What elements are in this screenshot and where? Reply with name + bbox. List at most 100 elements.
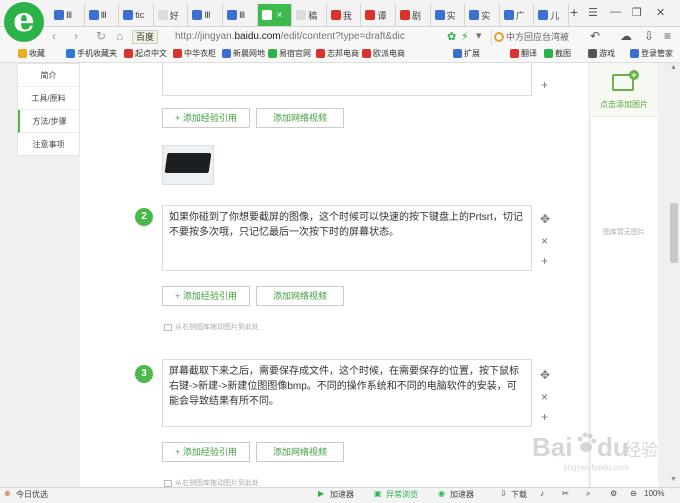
add-video-button[interactable]: 添加网络视频: [256, 442, 344, 462]
menu-icon[interactable]: ☰: [588, 6, 598, 19]
paw-icon: [577, 432, 597, 452]
browser-tab[interactable]: Ⅲ: [188, 4, 223, 26]
bookmark-favicon-icon: [362, 49, 371, 58]
sidebar-item-intro[interactable]: 简介: [18, 64, 79, 87]
tab-favicon-icon: [123, 10, 134, 20]
delete-step-icon[interactable]: ×: [541, 234, 548, 248]
sidebar-item-tools[interactable]: 工具/原料: [18, 87, 79, 110]
cloud-icon[interactable]: ☁: [620, 29, 632, 43]
add-reference-button[interactable]: + 添加经验引用: [162, 442, 250, 462]
browser-tab[interactable]: 广: [500, 4, 535, 26]
scrollbar[interactable]: [668, 63, 680, 487]
maximize-icon[interactable]: ❐: [632, 6, 642, 19]
add-step-icon[interactable]: +: [541, 254, 548, 268]
addon-icon[interactable]: ✿: [447, 30, 456, 43]
tab-label: 实: [481, 10, 491, 21]
lightning-icon[interactable]: ⚡: [461, 30, 469, 43]
delete-step-icon[interactable]: ×: [541, 390, 548, 404]
browser-tab[interactable]: 剧: [396, 4, 431, 26]
browser-logo-icon[interactable]: e: [4, 2, 44, 42]
search-engine-badge[interactable]: 百度: [132, 30, 159, 44]
add-step-icon[interactable]: +: [541, 78, 548, 92]
bookmark-item[interactable]: 翻译: [510, 48, 537, 59]
browser-tab[interactable]: ×: [257, 4, 293, 26]
bookmark-item[interactable]: 登录管家: [630, 48, 673, 59]
bookmark-label: 中华衣柜: [184, 49, 216, 58]
more-menu-icon[interactable]: ≡: [664, 29, 671, 43]
settings-icon[interactable]: ⚙: [610, 489, 617, 498]
bookmark-label: 易宿官网: [279, 49, 311, 58]
bookmark-item[interactable]: 截图: [544, 48, 571, 59]
add-reference-button[interactable]: + 添加经验引用: [162, 108, 250, 128]
scroll-up-icon[interactable]: ▲: [670, 64, 677, 71]
search-input[interactable]: 中方回应台湾被驱: [491, 29, 569, 45]
browser-tab[interactable]: tic: [119, 4, 154, 26]
bookmark-item[interactable]: 起点中文: [124, 48, 167, 59]
bookmark-item[interactable]: 游戏: [588, 48, 615, 59]
browser-tab[interactable]: 好: [154, 4, 189, 26]
add-video-button[interactable]: 添加网络视频: [256, 108, 344, 128]
browser-tab[interactable]: 我: [327, 4, 362, 26]
sidebar-item-notes[interactable]: 注意事项: [18, 133, 79, 156]
zoom-out-icon[interactable]: ⊖: [630, 489, 637, 498]
sidebar-item-steps[interactable]: 方法/步骤: [18, 110, 79, 133]
move-step-icon[interactable]: ✥: [540, 368, 550, 382]
drop-hint-text: 从右侧图库拖动图片到此处: [175, 324, 259, 331]
zoom-level[interactable]: 100%: [644, 489, 664, 498]
bookmark-item[interactable]: 中华衣柜: [173, 48, 216, 59]
watermark-url: jingyan.baidu.com: [563, 463, 629, 472]
url-input[interactable]: http://jingyan.baidu.com/edit/content?ty…: [175, 29, 443, 45]
back-icon[interactable]: ‹: [52, 29, 56, 43]
bookmark-label: 登录管家: [641, 49, 673, 58]
tab-favicon-icon: [538, 10, 549, 20]
bookmark-item[interactable]: 扩展: [453, 48, 480, 59]
screenshot-icon[interactable]: ✂: [562, 489, 569, 498]
bookmark-item[interactable]: 易宿官网: [268, 48, 311, 59]
dropdown-icon[interactable]: ▾: [476, 29, 482, 42]
download-label[interactable]: 下载: [511, 489, 527, 500]
scrollbar-thumb[interactable]: [670, 203, 678, 263]
minimize-icon[interactable]: —: [610, 6, 621, 18]
tab-close-icon[interactable]: ×: [277, 10, 283, 21]
bookmark-item[interactable]: 收藏: [18, 48, 45, 59]
close-icon[interactable]: ✕: [656, 6, 665, 19]
browser-tab[interactable]: 实: [431, 4, 466, 26]
image-placeholder-icon: [164, 323, 172, 331]
step-1-textbox[interactable]: [162, 63, 532, 96]
browser-tab[interactable]: 儿: [534, 4, 569, 26]
scroll-down-icon[interactable]: ▼: [670, 476, 677, 483]
accelerator-label[interactable]: 加速器: [450, 489, 474, 500]
fast-browse-label[interactable]: 异常浏览: [386, 489, 418, 500]
undo-icon[interactable]: ↶: [590, 29, 600, 43]
image-drop-hint[interactable]: 从右侧图库拖动图片到此处: [164, 322, 259, 332]
new-tab-button[interactable]: +: [570, 5, 582, 21]
refresh-icon[interactable]: ↻: [96, 29, 106, 43]
today-picks-link[interactable]: 今日优选: [16, 489, 48, 500]
bookmark-item[interactable]: 手机收藏夹: [66, 48, 117, 59]
accelerator-icon: ◉: [438, 489, 445, 498]
quick-open-label[interactable]: 加速器: [330, 489, 354, 500]
forward-icon[interactable]: ›: [74, 29, 78, 43]
add-reference-button[interactable]: + 添加经验引用: [162, 286, 250, 306]
browser-tab[interactable]: Ⅲ: [223, 4, 258, 26]
move-step-icon[interactable]: ✥: [540, 212, 550, 226]
bookmark-item[interactable]: 新晨网地: [222, 48, 265, 59]
step-3-textbox[interactable]: 屏幕截取下来之后，需要保存成文件，这个时候，在需要保存的位置，按下鼠标右键->新…: [162, 359, 532, 427]
browser-tab[interactable]: 实: [465, 4, 500, 26]
download-icon[interactable]: ⇩: [644, 29, 654, 43]
browser-tab[interactable]: Ⅲ: [85, 4, 120, 26]
add-video-button[interactable]: 添加网络视频: [256, 286, 344, 306]
url-prefix: http://jingyan.: [175, 31, 235, 42]
home-icon[interactable]: ⌂: [116, 29, 123, 43]
bookmark-item[interactable]: 欧派电商: [362, 48, 405, 59]
step-2-textbox[interactable]: 如果你碰到了你想要截屏的图像，这个时候可以快速的按下键盘上的Prtsrt，切记不…: [162, 205, 532, 271]
bookmark-item[interactable]: 志邦电商: [316, 48, 359, 59]
browser-tab[interactable]: 谭: [361, 4, 396, 26]
zoom-icon[interactable]: ⌕: [586, 489, 590, 499]
today-picks-icon[interactable]: ⊕: [4, 489, 11, 498]
browser-tab[interactable]: Ⅲ: [50, 4, 85, 26]
tab-favicon-icon: [296, 10, 307, 20]
sound-icon[interactable]: ♪: [540, 489, 544, 498]
bookmark-label: 翻译: [521, 49, 537, 58]
browser-tab[interactable]: 稿: [292, 4, 327, 26]
